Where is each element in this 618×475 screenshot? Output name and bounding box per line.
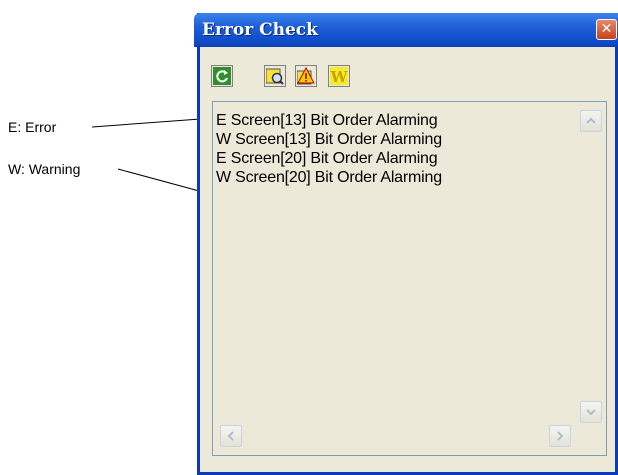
alarm-warning-button[interactable] [295, 65, 317, 87]
close-icon: ✕ [600, 21, 613, 37]
scroll-down-button[interactable] [580, 401, 602, 423]
search-errors-button[interactable] [264, 65, 286, 87]
error-callout-label: E: Error [8, 119, 57, 135]
window-title: Error Check [202, 20, 318, 40]
svg-text:W: W [330, 68, 348, 85]
vertical-scrollbar[interactable] [580, 110, 603, 423]
error-callout-line [91, 117, 215, 128]
error-list[interactable]: E Screen[13] Bit Order Alarming W Screen[… [212, 101, 607, 456]
title-bar[interactable]: Error Check ✕ [194, 13, 618, 47]
list-item[interactable]: W Screen[20] Bit Order Alarming [216, 168, 442, 187]
warning-filter-button[interactable]: W [328, 65, 350, 87]
list-item[interactable]: W Screen[13] Bit Order Alarming [216, 130, 442, 149]
scroll-right-button[interactable] [549, 425, 571, 447]
chevron-up-icon [586, 117, 596, 124]
chevron-down-icon [586, 409, 596, 416]
alarm-warning-icon [297, 67, 315, 85]
warning-callout-label: W: Warning [8, 161, 81, 177]
warning-w-icon: W [330, 67, 348, 85]
search-errors-icon [266, 68, 284, 85]
refresh-button[interactable] [211, 65, 233, 87]
scroll-left-button[interactable] [220, 425, 242, 447]
horizontal-scrollbar[interactable] [220, 425, 571, 447]
chevron-right-icon [557, 431, 564, 441]
chevron-left-icon [227, 431, 234, 441]
scroll-up-button[interactable] [580, 110, 602, 132]
list-item[interactable]: E Screen[20] Bit Order Alarming [216, 149, 442, 168]
list-item[interactable]: E Screen[13] Bit Order Alarming [216, 111, 442, 130]
close-button[interactable]: ✕ [596, 19, 617, 40]
error-list-items: E Screen[13] Bit Order Alarming W Screen[… [216, 111, 442, 187]
refresh-icon [213, 67, 231, 85]
